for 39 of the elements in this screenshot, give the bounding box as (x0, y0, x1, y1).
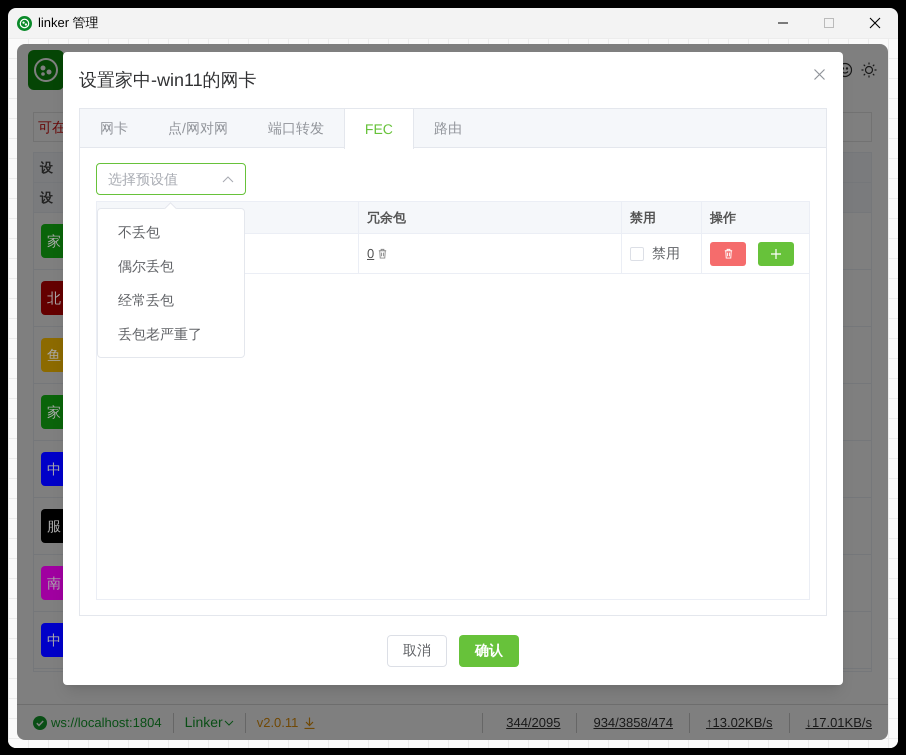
app-logo-icon (17, 16, 32, 30)
download-icon[interactable] (304, 716, 316, 728)
app-menu[interactable]: Linker (184, 712, 234, 733)
column-header: 禁用 (630, 208, 656, 227)
tab[interactable]: 路由 (414, 109, 482, 148)
cancel-button[interactable]: 取消 (387, 634, 447, 666)
trash-icon (722, 248, 734, 259)
server-address: ws://localhost:1804 (51, 714, 162, 732)
dialog-title: 设置家中-win11的网卡 (79, 68, 257, 92)
chevron-down-icon (224, 718, 234, 728)
confirm-button[interactable]: 确认 (459, 634, 519, 666)
column-header: 冗余包 (367, 208, 406, 227)
tab[interactable]: 点/网对网 (148, 109, 248, 148)
upload-speed-link[interactable]: ↑13.02KB/s (706, 712, 772, 732)
checkbox[interactable] (630, 246, 644, 260)
redundancy-link[interactable]: 0 (367, 244, 374, 264)
disable-checkbox[interactable]: 禁用 (630, 243, 680, 264)
plus-icon (771, 248, 781, 258)
chevron-up-icon (222, 176, 234, 182)
connection-count-link[interactable]: 344/2095 (506, 712, 560, 732)
column-header: 设 (40, 188, 53, 207)
tunnel-count-link[interactable]: 934/3858/474 (593, 712, 673, 732)
download-speed-link[interactable]: ↓17.01KB/s (806, 712, 872, 732)
column-header: 设 (40, 158, 53, 177)
delete-button[interactable] (710, 242, 746, 266)
tab[interactable]: 网卡 (80, 109, 148, 148)
version-text: v2.0.11 (256, 714, 298, 732)
sun-icon[interactable] (861, 62, 877, 78)
dropdown-option[interactable]: 不丢包 (98, 215, 244, 249)
preset-select[interactable]: 选择预设值 (96, 163, 246, 195)
dropdown-option[interactable]: 经常丢包 (98, 283, 244, 317)
window-title: linker 管理 (38, 14, 99, 32)
tab[interactable]: 端口转发 (248, 109, 344, 148)
dropdown-option[interactable]: 丢包老严重了 (98, 317, 244, 351)
tab[interactable]: FEC (344, 109, 414, 149)
column-header: 操作 (710, 208, 736, 227)
trash-icon (377, 248, 388, 259)
add-button[interactable] (758, 242, 794, 266)
dropdown-option[interactable]: 偶尔丢包 (98, 249, 244, 283)
